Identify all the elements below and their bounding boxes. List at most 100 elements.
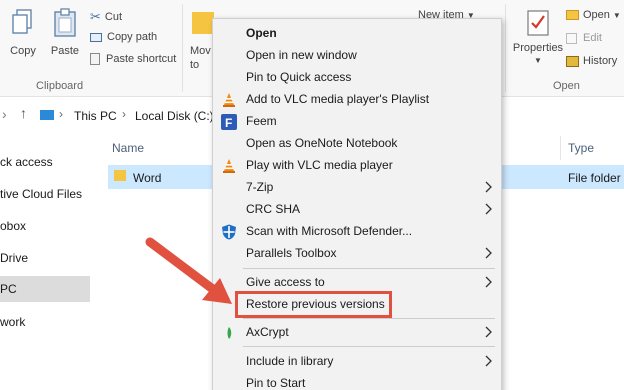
back-arrow-icon[interactable]: › xyxy=(2,106,7,122)
clipboard-icon xyxy=(54,8,76,37)
copy-path-icon xyxy=(90,32,102,42)
history-label: History xyxy=(583,55,618,67)
nav-item-creative-cloud[interactable]: tive Cloud Files xyxy=(0,182,90,206)
menu-separator xyxy=(243,346,495,347)
clipboard-group-label: Clipboard xyxy=(36,80,84,92)
menu-item-label: 7-Zip xyxy=(246,180,274,194)
breadcrumb-separator-icon: › xyxy=(122,107,126,121)
this-pc-icon xyxy=(40,110,54,120)
open-folder-icon xyxy=(566,10,579,20)
nav-item-network[interactable]: work xyxy=(0,310,90,334)
menu-item-open[interactable]: Open xyxy=(213,23,501,45)
menu-item-vlc-playlist[interactable]: Add to VLC media player's Playlist xyxy=(213,89,501,111)
menu-item-crc-sha[interactable]: CRC SHA xyxy=(213,199,501,221)
chevron-right-icon xyxy=(485,181,492,193)
copy-button[interactable]: Copy xyxy=(6,8,40,57)
nav-item-onedrive[interactable]: Drive xyxy=(0,246,90,270)
menu-item-feem[interactable]: F Feem xyxy=(213,111,501,133)
properties-dropdown-icon: ▼ xyxy=(534,56,542,65)
paste-shortcut-icon xyxy=(90,53,100,65)
paste-shortcut-label: Paste shortcut xyxy=(106,53,177,65)
cut-button[interactable]: ✂ Cut xyxy=(90,9,122,25)
menu-item-include-library[interactable]: Include in library xyxy=(213,351,501,373)
move-to-label: Mov xyxy=(190,45,211,57)
context-menu: Open Open in new window Pin to Quick acc… xyxy=(212,18,502,390)
menu-item-label: Add to VLC media player's Playlist xyxy=(246,92,430,106)
column-header-name[interactable]: Name xyxy=(112,141,144,155)
chevron-right-icon xyxy=(485,203,492,215)
feem-icon: F xyxy=(221,114,237,130)
red-arrow-icon xyxy=(145,237,232,304)
paste-label: Paste xyxy=(50,45,80,57)
copy-label: Copy xyxy=(10,45,36,57)
paste-button[interactable]: Paste xyxy=(48,8,82,57)
ribbon-divider xyxy=(505,4,506,92)
highlight-box xyxy=(235,291,392,318)
menu-item-label: Open as OneNote Notebook xyxy=(246,136,398,150)
menu-item-label: Parallels Toolbox xyxy=(246,246,337,260)
column-divider xyxy=(560,136,561,160)
copy-path-button[interactable]: Copy path xyxy=(90,31,157,43)
menu-item-label: Pin to Start xyxy=(246,376,306,390)
paste-shortcut-button[interactable]: Paste shortcut xyxy=(90,53,176,65)
file-explorer-window: Copy Paste ✂ Cut Copy path Paste shortcu… xyxy=(0,0,624,390)
folder-move-icon xyxy=(192,12,214,34)
menu-item-open-new-window[interactable]: Open in new window xyxy=(213,45,501,67)
move-to-label-line2: to xyxy=(190,59,200,71)
chevron-down-icon: ▼ xyxy=(612,10,621,20)
column-header-type[interactable]: Type xyxy=(568,141,594,155)
folder-icon xyxy=(114,170,126,181)
svg-text:F: F xyxy=(225,116,232,130)
properties-label: Properties xyxy=(512,42,564,54)
menu-item-pin-quick-access[interactable]: Pin to Quick access xyxy=(213,67,501,89)
history-icon xyxy=(566,55,579,67)
menu-item-label: CRC SHA xyxy=(246,202,301,216)
menu-item-axcrypt[interactable]: AxCrypt xyxy=(213,322,501,344)
copy-path-label: Copy path xyxy=(107,31,158,43)
history-button[interactable]: History xyxy=(566,55,617,67)
up-arrow-icon[interactable]: ↑ xyxy=(20,105,27,121)
breadcrumb-separator-icon: › xyxy=(59,107,63,121)
properties-button[interactable]: Properties ▼ xyxy=(510,8,566,65)
properties-checklist-icon xyxy=(527,10,549,36)
file-name: Word xyxy=(133,171,162,185)
chevron-right-icon xyxy=(485,247,492,259)
menu-separator xyxy=(243,318,495,319)
nav-item-this-pc[interactable]: PC xyxy=(0,276,90,302)
menu-item-label: Give access to xyxy=(246,275,325,289)
menu-item-open-onenote[interactable]: Open as OneNote Notebook xyxy=(213,133,501,155)
edit-pencil-icon xyxy=(566,32,577,44)
chevron-right-icon xyxy=(485,276,492,288)
menu-item-label: Scan with Microsoft Defender... xyxy=(246,224,413,238)
breadcrumb-this-pc[interactable]: This PC xyxy=(74,109,117,123)
menu-separator xyxy=(243,268,495,269)
axcrypt-icon xyxy=(227,327,232,339)
menu-item-label: Play with VLC media player xyxy=(246,158,393,172)
menu-item-label: AxCrypt xyxy=(246,325,289,339)
menu-item-7zip[interactable]: 7-Zip xyxy=(213,177,501,199)
menu-item-play-vlc[interactable]: Play with VLC media player xyxy=(213,155,501,177)
edit-label: Edit xyxy=(583,32,602,44)
menu-item-label: Pin to Quick access xyxy=(246,70,352,84)
vlc-cone-icon xyxy=(223,93,235,107)
copy-icon xyxy=(12,9,32,34)
menu-item-parallels-toolbox[interactable]: Parallels Toolbox xyxy=(213,243,501,265)
chevron-right-icon xyxy=(485,355,492,367)
open-button[interactable]: Open ▼ xyxy=(566,9,621,21)
menu-item-label: Include in library xyxy=(246,354,334,368)
open-group-label: Open xyxy=(553,80,580,92)
open-label: Open xyxy=(583,9,610,21)
nav-item-dropbox[interactable]: obox xyxy=(0,214,90,238)
menu-item-pin-to-start[interactable]: Pin to Start xyxy=(213,373,501,390)
vlc-cone-icon xyxy=(223,159,235,173)
nav-item-quick-access[interactable]: ck access xyxy=(0,150,90,174)
file-type: File folder xyxy=(568,171,621,185)
breadcrumb-local-disk[interactable]: Local Disk (C:) xyxy=(135,109,214,123)
chevron-right-icon xyxy=(485,326,492,338)
menu-item-label: Open in new window xyxy=(246,48,357,62)
scissors-icon: ✂ xyxy=(90,9,101,24)
edit-button[interactable]: Edit xyxy=(566,32,602,44)
menu-item-scan-defender[interactable]: Scan with Microsoft Defender... xyxy=(213,221,501,243)
menu-item-label: Feem xyxy=(246,114,277,128)
move-to-button[interactable]: Mov to xyxy=(190,8,214,71)
